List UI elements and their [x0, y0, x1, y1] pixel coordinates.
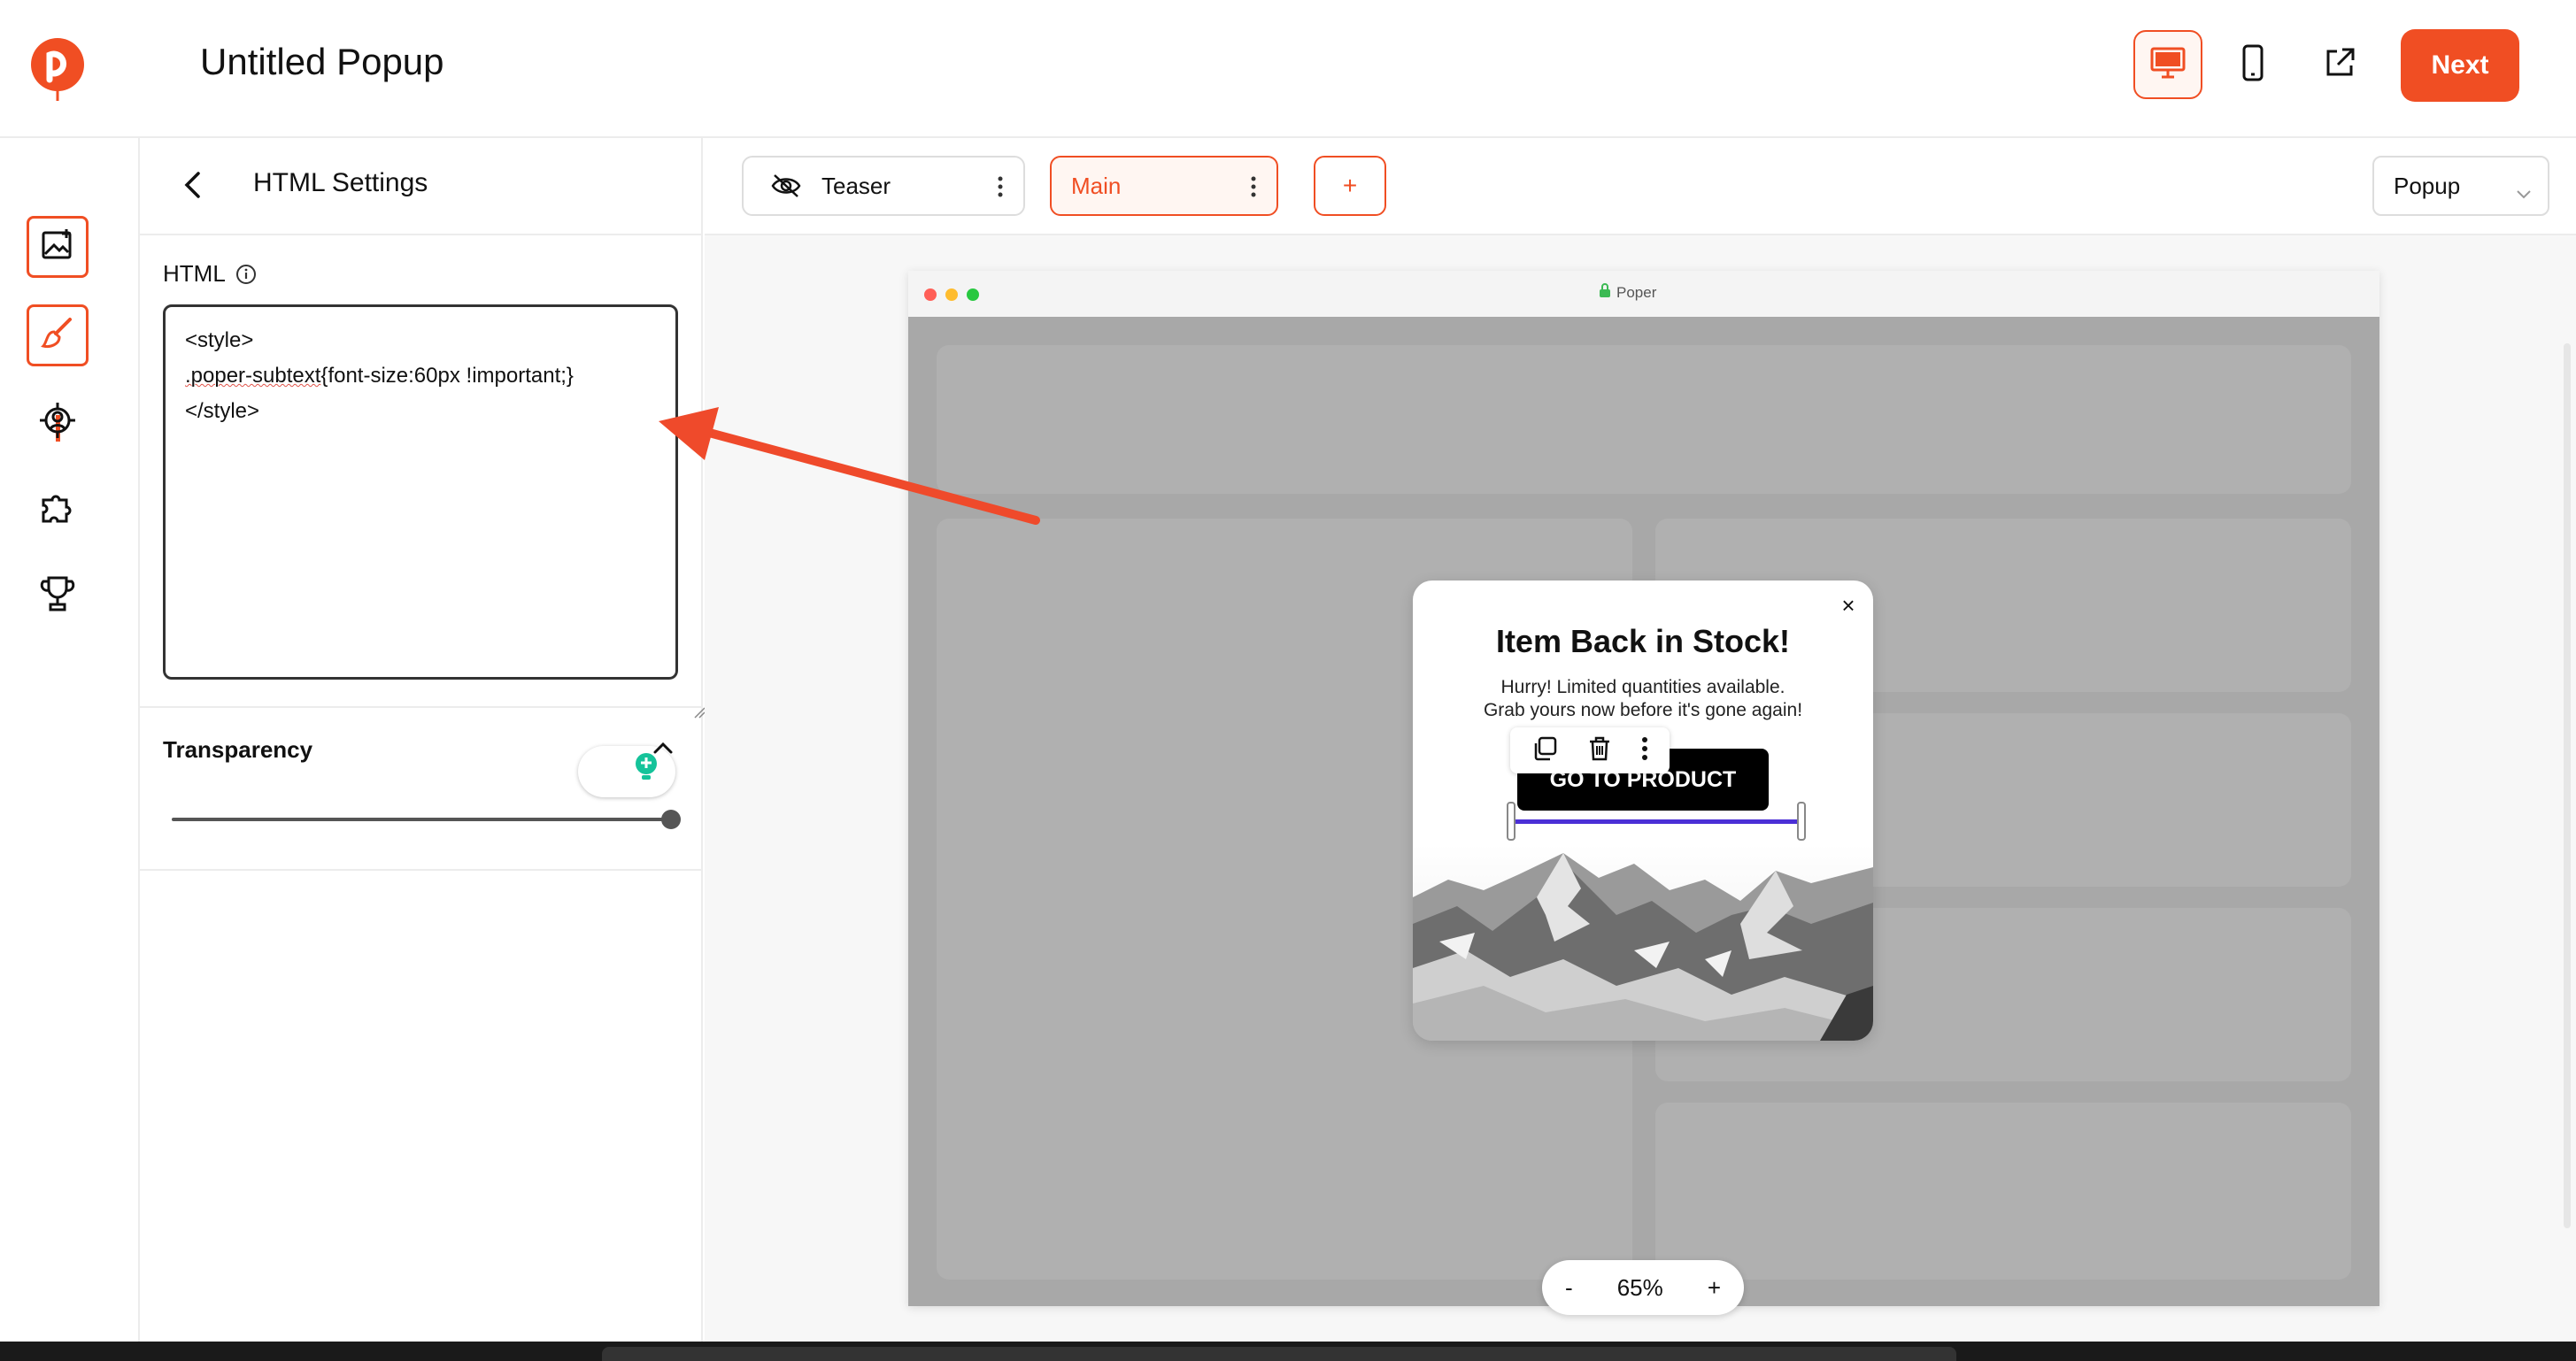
chevron-down-icon: [2516, 179, 2532, 206]
chevron-left-icon: [182, 170, 202, 204]
rail-goals-button[interactable]: [27, 565, 89, 627]
tab-teaser[interactable]: Teaser: [742, 156, 1025, 216]
rail-content-button[interactable]: [27, 216, 89, 278]
eye-off-icon: [770, 173, 802, 198]
more-vertical-icon[interactable]: [1250, 173, 1257, 206]
tab-main[interactable]: Main: [1050, 156, 1278, 216]
external-link-icon: [2323, 46, 2356, 84]
browser-url-text: Poper: [1616, 283, 1657, 301]
puzzle-icon: [38, 488, 77, 531]
mobile-icon: [2241, 44, 2264, 86]
zoom-out-button[interactable]: -: [1565, 1274, 1573, 1302]
tab-label: Main: [1071, 172, 1122, 199]
info-icon[interactable]: [235, 264, 257, 285]
back-button[interactable]: [172, 166, 212, 207]
html-code-line: .poper-subtext{font-size:60px !important…: [185, 358, 656, 394]
resize-handle-icon[interactable]: [658, 659, 706, 719]
step-tabs-bar: Teaser Main + Popup: [705, 138, 2576, 235]
resize-handle-right[interactable]: [1797, 802, 1806, 841]
html-code-textarea[interactable]: <style> .poper-subtext{font-size:60px !im…: [163, 304, 747, 797]
mobile-preview-button[interactable]: [2218, 30, 2287, 99]
rail-design-button[interactable]: [27, 304, 89, 366]
placeholder-block: [937, 345, 2351, 494]
trophy-icon: [40, 574, 75, 618]
desktop-preview-button[interactable]: [2133, 30, 2202, 99]
slider-thumb[interactable]: [661, 810, 681, 829]
spellcheck-word: .poper-subtext: [185, 364, 321, 388]
popup-preview[interactable]: × Item Back in Stock! Hurry! Limited qua…: [1413, 581, 1873, 1041]
zoom-in-button[interactable]: +: [1708, 1274, 1721, 1302]
trash-icon[interactable]: [1587, 735, 1612, 766]
chevron-up-icon[interactable]: [650, 734, 676, 761]
window-maximize-dot: [967, 288, 979, 301]
transparency-label: Transparency: [163, 736, 313, 763]
popup-subtext[interactable]: Hurry! Limited quantities available. Gra…: [1448, 676, 1838, 722]
canvas-scrollbar[interactable]: [2564, 343, 2571, 1228]
selection-indicator: [1516, 819, 1802, 824]
html-code-line: <style>: [185, 328, 254, 352]
popup-subtext-line: Hurry! Limited quantities available.: [1500, 677, 1785, 697]
resize-handle-left[interactable]: [1507, 802, 1516, 841]
target-icon: [38, 401, 77, 444]
placeholder-block: [1655, 1103, 2351, 1280]
more-vertical-icon[interactable]: [997, 173, 1004, 206]
zoom-level: 65%: [1616, 1273, 1663, 1301]
duplicate-icon[interactable]: [1531, 735, 1558, 766]
html-code-text: {font-size:60px !important;}: [320, 364, 574, 388]
poper-logo[interactable]: [30, 37, 85, 103]
rail-targeting-button[interactable]: [27, 391, 89, 453]
open-preview-button[interactable]: [2305, 30, 2374, 99]
rail-integrations-button[interactable]: [27, 478, 89, 540]
image-content-icon: [40, 227, 75, 267]
window-minimize-dot: [945, 288, 958, 301]
popup-subtext-line: Grab yours now before it's gone again!: [1483, 700, 1803, 720]
select-value: Popup: [2394, 172, 2461, 199]
more-vertical-icon[interactable]: [1641, 735, 1648, 766]
html-settings-panel: HTML Settings HTML <style> .poper-subtext…: [140, 138, 747, 1342]
popup-heading[interactable]: Item Back in Stock!: [1413, 623, 1873, 660]
lock-icon: [1599, 283, 1611, 302]
left-icon-rail: [0, 138, 140, 1342]
window-close-dot: [924, 288, 937, 301]
popup-type-select[interactable]: Popup: [2372, 156, 2549, 216]
popup-title-heading[interactable]: Untitled Popup: [200, 41, 444, 83]
zoom-control: - 65% +: [1542, 1260, 1744, 1315]
next-button[interactable]: Next: [2401, 29, 2519, 102]
html-field-label: HTML: [163, 260, 226, 287]
transparency-slider[interactable]: [172, 810, 681, 829]
browser-url: Poper: [1599, 283, 1656, 302]
element-toolbar: [1510, 727, 1670, 773]
top-header: Untitled Popup Next: [0, 0, 2576, 138]
panel-header: HTML Settings: [140, 138, 703, 235]
browser-titlebar: Poper: [908, 271, 2379, 317]
popup-close-icon[interactable]: ×: [1836, 592, 1861, 619]
add-step-button[interactable]: +: [1314, 156, 1386, 216]
brush-icon: [40, 316, 75, 356]
desktop-icon: [2149, 46, 2187, 84]
mountain-image[interactable]: [1413, 844, 1873, 1041]
panel-title: HTML Settings: [253, 168, 428, 197]
tab-label: Teaser: [821, 172, 891, 199]
os-dock[interactable]: [602, 1347, 1956, 1361]
transparency-section: Transparency: [140, 706, 703, 871]
html-code-line: </style>: [185, 399, 260, 423]
